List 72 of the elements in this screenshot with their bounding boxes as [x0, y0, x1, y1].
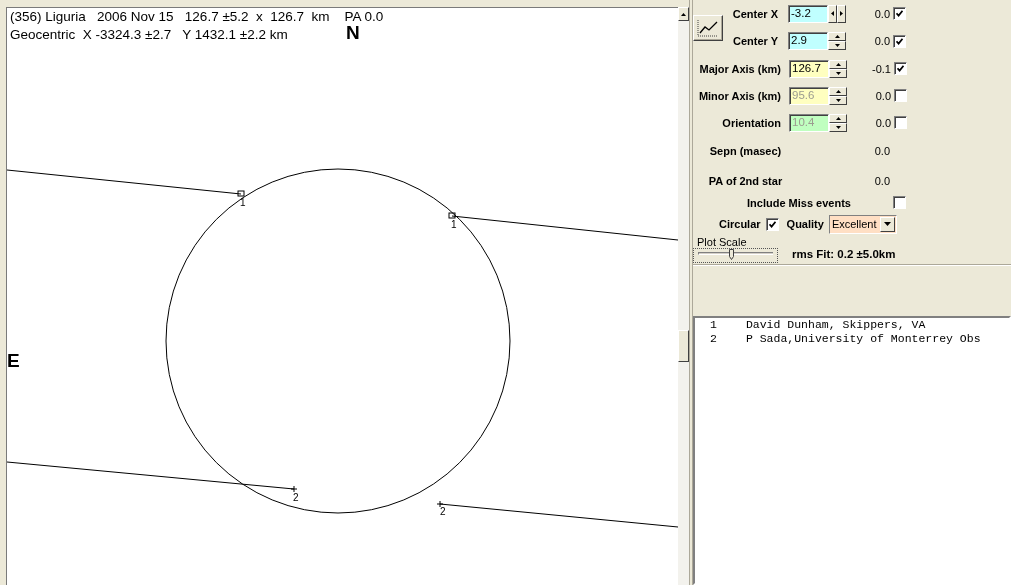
number-field[interactable]: 126.7: [789, 59, 829, 78]
slider-track[interactable]: [693, 248, 778, 263]
field-label: Major Axis (km): [698, 61, 782, 76]
delta-value: -0.1: [871, 61, 891, 76]
east-label: E: [7, 351, 20, 371]
delta-value: 0.0: [873, 34, 890, 48]
slider-thumb[interactable]: [729, 249, 735, 260]
field-label: Center Y: [731, 34, 779, 48]
chord-label: 2: [293, 492, 299, 503]
checkbox-label: Circular: [719, 217, 761, 231]
up-arrow-icon: [835, 62, 841, 66]
chord-label: 1: [240, 197, 246, 208]
down-arrow-icon: [834, 44, 840, 47]
plot-header-text: (356) Liguria 2006 Nov 15 126.7 ±5.2 x 126.7 km PA 0.0: [10, 9, 384, 25]
delta-value: 0.0: [874, 115, 891, 130]
spin-up-button[interactable]: [829, 59, 847, 69]
down-arrow-icon: [835, 98, 841, 102]
observer-number[interactable]: 1: [710, 318, 717, 332]
slider-label: Plot Scale: [696, 236, 748, 248]
observer-name[interactable]: David Dunham, Skippers, VA: [745, 318, 926, 332]
checkmark-icon: [768, 220, 776, 228]
field-label: Minor Axis (km): [697, 88, 782, 103]
down-arrow-icon: [835, 71, 841, 75]
left-arrow-icon: [831, 11, 834, 16]
plot-header-text: Geocentric X -3324.3 ±2.7 Y 1432.1 ±2.2 km: [10, 27, 288, 43]
fit-checkbox[interactable]: [893, 34, 906, 48]
circular-checkbox[interactable]: [765, 217, 779, 231]
spin-left-button[interactable]: [828, 4, 837, 23]
readout-value: 0.0: [873, 144, 890, 158]
up-arrow-icon: [835, 116, 841, 120]
spin-down-button[interactable]: [829, 68, 847, 78]
fit-checkbox[interactable]: [894, 62, 907, 75]
spin-right-button[interactable]: [837, 4, 846, 23]
spin-up-button[interactable]: [828, 32, 846, 41]
readout-label: PA of 2nd star: [707, 174, 784, 188]
dropdown-button[interactable]: [879, 216, 895, 232]
readout-value: 0.0: [873, 174, 890, 188]
up-arrow-icon: [835, 89, 841, 93]
observer-name[interactable]: P Sada,University of Monterrey Obs: [745, 332, 981, 346]
caret-icon: [883, 222, 891, 226]
vertical-scrollbar[interactable]: [678, 7, 689, 585]
fit-checkbox[interactable]: [893, 7, 906, 20]
checkbox-label: Include Miss events: [747, 195, 852, 210]
north-label: N: [346, 23, 360, 43]
chord-label: 1: [451, 219, 457, 230]
spin-down-button[interactable]: [829, 122, 847, 132]
scroll-up-button[interactable]: [678, 7, 689, 21]
observer-number[interactable]: 2: [710, 332, 717, 346]
line-graph-icon: [697, 18, 719, 37]
checkmark-icon: [897, 65, 904, 72]
spin-down-button[interactable]: [829, 95, 847, 105]
checkbox[interactable]: [893, 196, 906, 209]
checkmark-icon: [896, 37, 903, 45]
up-arrow-icon: [834, 35, 840, 38]
checkmark-icon: [896, 10, 903, 17]
number-field[interactable]: 2.9: [788, 32, 828, 50]
quality-label: Quality: [786, 217, 824, 231]
fit-button[interactable]: [693, 14, 723, 41]
field-label: Orientation: [721, 115, 782, 130]
down-arrow-icon: [835, 125, 841, 129]
spin-down-button[interactable]: [828, 41, 846, 50]
readout-label: Sepn (masec): [708, 144, 783, 158]
delta-value: 0.0: [874, 88, 891, 103]
delta-value: 0.0: [873, 6, 890, 21]
chord-label: 2: [440, 506, 446, 517]
scrollbar-thumb[interactable]: [678, 330, 689, 362]
right-arrow-icon: [840, 11, 843, 16]
rms-fit-text: rms Fit: 0.2 ±5.0km: [792, 247, 896, 261]
number-field[interactable]: -3.2: [788, 4, 828, 23]
field-label: Center X: [731, 6, 779, 21]
up-arrow-icon: [681, 12, 686, 16]
quality-dropdown[interactable]: Excellent: [828, 214, 897, 234]
